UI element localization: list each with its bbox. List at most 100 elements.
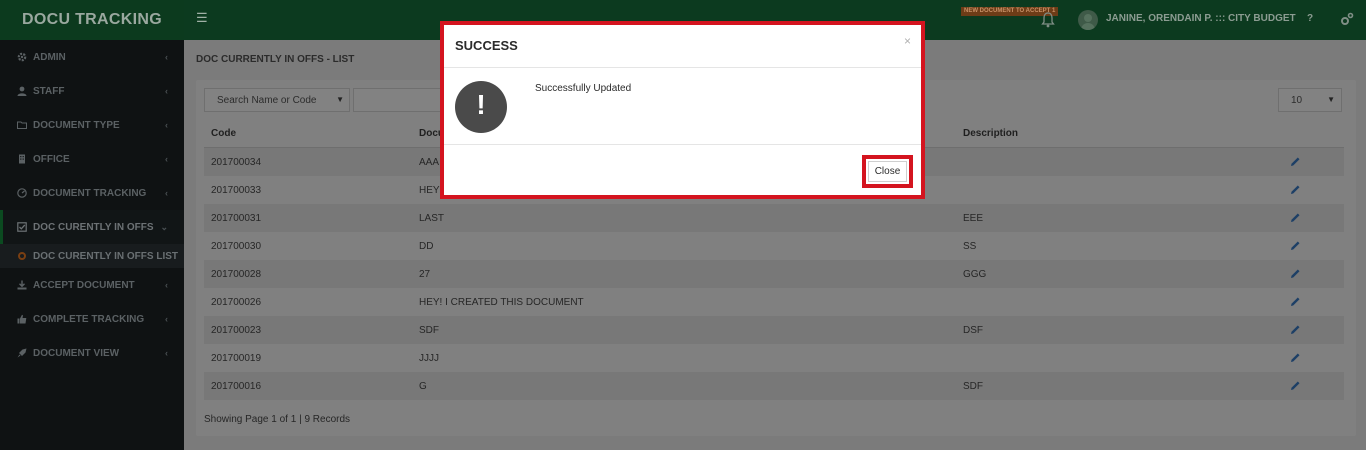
download-icon [17, 280, 27, 290]
sidebar-item-label: DOCUMENT TYPE [33, 119, 120, 131]
sidebar: ADMIN ‹ STAFF ‹ DOCUMENT TYPE ‹ OFFICE ‹… [0, 40, 184, 450]
user-icon [17, 86, 27, 96]
sidebar-subitem-label: DOC CURENTLY IN OFFS LIST [33, 250, 179, 262]
sidebar-item-document-type[interactable]: DOCUMENT TYPE ‹ [0, 108, 184, 142]
sidebar-item-label: COMPLETE TRACKING [33, 313, 145, 325]
search-field-select[interactable]: Search Name or Code ▼ [204, 88, 350, 112]
help-icon[interactable]: ? [1307, 13, 1313, 24]
sidebar-item-doc-curently-in-offs[interactable]: DOC CURENTLY IN OFFS ⌄ [0, 210, 184, 244]
sidebar-item-document-tracking[interactable]: DOCUMENT TRACKING ‹ [0, 176, 184, 210]
cell-document: AAA [419, 157, 440, 168]
table-row[interactable]: 201700019 JJJJ [204, 344, 1344, 372]
cell-description: SDF [963, 381, 983, 392]
chevron-left-icon: ‹ [165, 52, 168, 62]
thumbs-up-icon [17, 314, 27, 324]
cell-code: 201700028 [211, 269, 262, 280]
chevron-left-icon: ‹ [165, 120, 168, 130]
close-button[interactable]: Close [868, 161, 907, 182]
sidebar-item-staff[interactable]: STAFF ‹ [0, 74, 184, 108]
cell-code: 201700016 [211, 381, 262, 392]
table-row[interactable]: 201700016 G SDF [204, 372, 1344, 400]
sidebar-item-label: DOC CURENTLY IN OFFS [33, 221, 154, 233]
cogs-icon[interactable] [1340, 12, 1354, 26]
bell-icon[interactable] [1041, 12, 1055, 28]
app-title[interactable]: DOCU TRACKING [0, 0, 184, 40]
modal-message: Successfully Updated [535, 83, 632, 94]
pencil-icon[interactable] [1290, 184, 1301, 195]
cell-description: GGG [963, 269, 987, 280]
pencil-icon[interactable] [1290, 324, 1301, 335]
sidebar-item-label: DOCUMENT VIEW [33, 347, 120, 359]
cell-document: HEY! I CREATED THIS DOCUMENT [419, 297, 584, 308]
rocket-icon [17, 348, 27, 358]
cell-document: DD [419, 241, 434, 252]
sidebar-item-label: STAFF [33, 85, 65, 97]
menu-toggle-icon[interactable]: ☰ [196, 11, 208, 24]
cell-code: 201700034 [211, 157, 262, 168]
column-header-code[interactable]: Code [211, 128, 236, 139]
cell-document: JJJJ [419, 353, 439, 364]
pencil-icon[interactable] [1290, 212, 1301, 223]
sidebar-item-accept-document[interactable]: ACCEPT DOCUMENT ‹ [0, 268, 184, 302]
chevron-left-icon: ‹ [165, 314, 168, 324]
sidebar-item-label: DOCUMENT TRACKING [33, 187, 147, 199]
cell-document: 27 [419, 269, 431, 280]
sidebar-item-label: ACCEPT DOCUMENT [33, 279, 135, 291]
pencil-icon[interactable] [1290, 268, 1301, 279]
caret-down-icon: ▼ [336, 95, 344, 104]
chevron-left-icon: ‹ [165, 348, 168, 358]
chevron-left-icon: ‹ [165, 86, 168, 96]
chevron-left-icon: ‹ [165, 154, 168, 164]
pencil-icon[interactable] [1290, 240, 1301, 251]
page-title: DOC CURRENTLY IN OFFS - LIST [196, 54, 355, 65]
close-icon[interactable]: × [904, 34, 911, 48]
cell-code: 201700023 [211, 325, 262, 336]
exclamation-icon: ! [455, 81, 507, 133]
pencil-icon[interactable] [1290, 156, 1301, 167]
cell-document: LAST [419, 213, 445, 224]
chevron-down-icon: ⌄ [160, 222, 168, 232]
close-button-highlight: Close [862, 155, 913, 188]
pencil-icon[interactable] [1290, 296, 1301, 307]
table-row[interactable]: 201700023 SDF DSF [204, 316, 1344, 344]
modal-header: SUCCESS × [444, 25, 921, 68]
sidebar-item-document-view[interactable]: DOCUMENT VIEW ‹ [0, 336, 184, 370]
cell-description: DSF [963, 325, 983, 336]
page-size-select[interactable]: 10 ▼ [1278, 88, 1342, 112]
cell-code: 201700019 [211, 353, 262, 364]
pencil-icon[interactable] [1290, 380, 1301, 391]
table-row[interactable]: 201700028 27 GGG [204, 260, 1344, 288]
table-row[interactable]: 201700030 DD SS [204, 232, 1344, 260]
dashboard-icon [17, 188, 27, 198]
cell-code: 201700030 [211, 241, 262, 252]
pagination-info: Showing Page 1 of 1 | 9 Records [204, 414, 351, 425]
table-row[interactable]: 201700031 LAST EEE [204, 204, 1344, 232]
sidebar-item-label: ADMIN [33, 51, 66, 63]
cell-description: SS [963, 241, 977, 252]
chevron-left-icon: ‹ [165, 280, 168, 290]
success-modal: SUCCESS × ! Successfully Updated Close [440, 21, 925, 199]
page-size-value: 10 [1291, 95, 1303, 106]
cell-document: G [419, 381, 427, 392]
checkbox-icon [17, 222, 27, 232]
sidebar-subitem-doc-curently-in-offs-list[interactable]: DOC CURENTLY IN OFFS LIST [0, 244, 184, 268]
sidebar-item-office[interactable]: OFFICE ‹ [0, 142, 184, 176]
circle-icon [18, 252, 26, 260]
table-row[interactable]: 201700026 HEY! I CREATED THIS DOCUMENT [204, 288, 1344, 316]
sidebar-item-admin[interactable]: ADMIN ‹ [0, 40, 184, 74]
avatar[interactable] [1078, 10, 1098, 30]
column-header-description[interactable]: Description [963, 128, 1018, 139]
caret-down-icon: ▼ [1327, 95, 1335, 104]
cell-description: EEE [963, 213, 984, 224]
sidebar-item-complete-tracking[interactable]: COMPLETE TRACKING ‹ [0, 302, 184, 336]
cell-code: 201700033 [211, 185, 262, 196]
user-menu[interactable]: JANINE, ORENDAIN P. ::: CITY BUDGET [1106, 13, 1296, 24]
building-icon [19, 154, 25, 164]
modal-body: ! Successfully Updated [444, 69, 921, 145]
cell-document: SDF [419, 325, 439, 336]
cell-code: 201700026 [211, 297, 262, 308]
folder-icon [17, 121, 27, 129]
modal-title: SUCCESS [455, 38, 518, 53]
pencil-icon[interactable] [1290, 352, 1301, 363]
sidebar-item-label: OFFICE [33, 153, 70, 165]
